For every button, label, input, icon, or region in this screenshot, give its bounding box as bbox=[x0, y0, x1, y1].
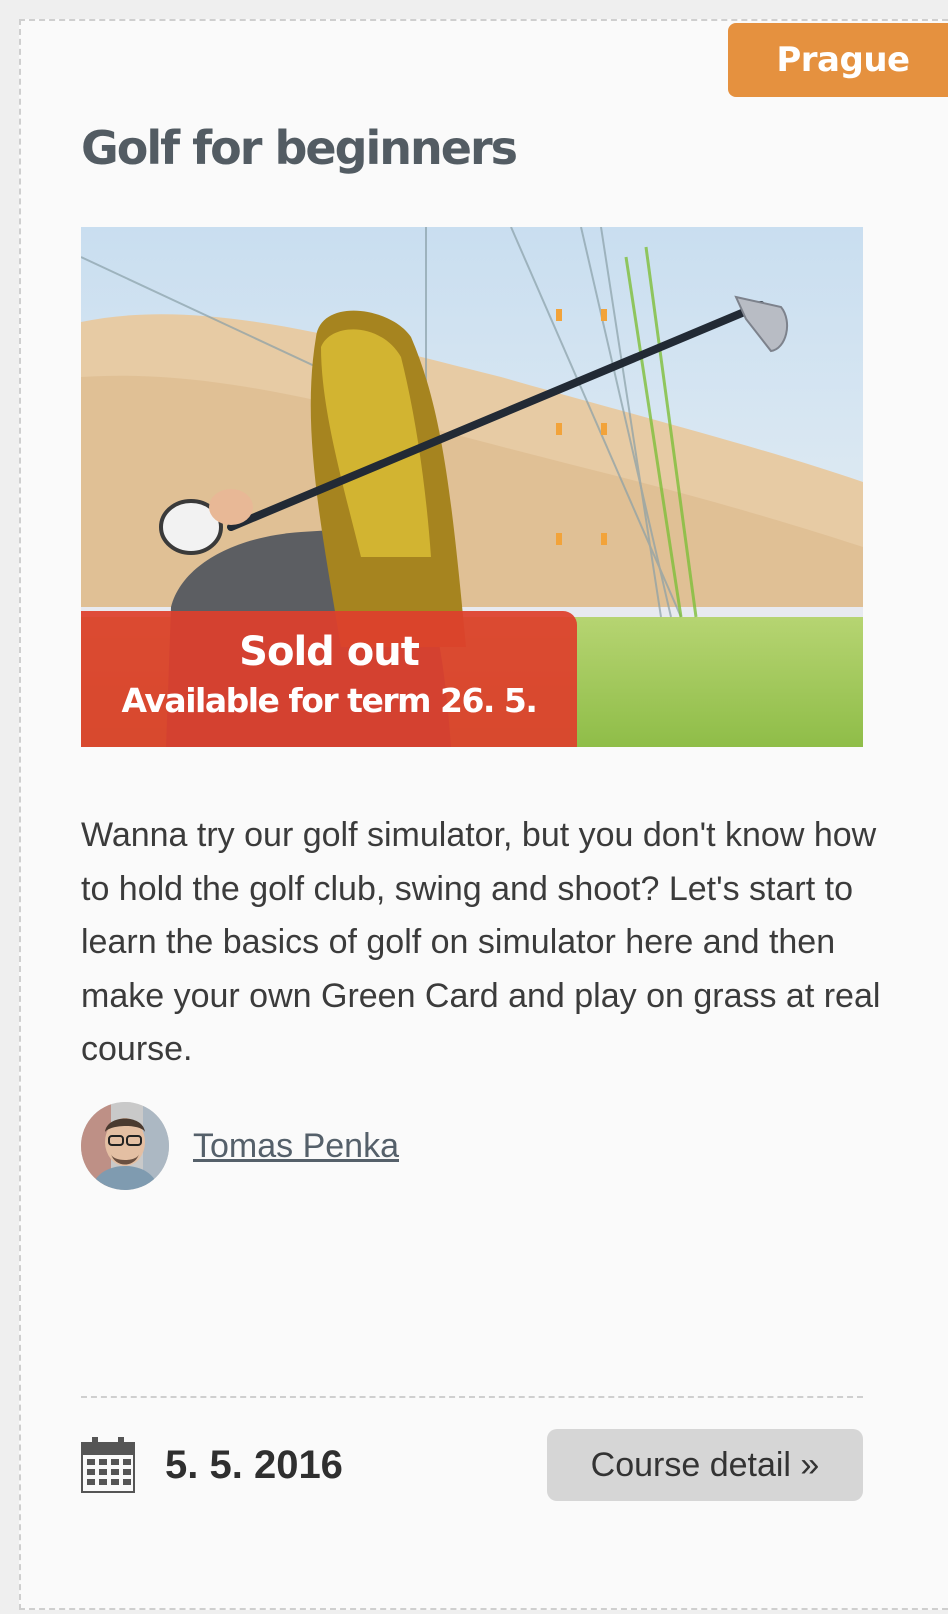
instructor-avatar-image bbox=[81, 1102, 169, 1190]
availability-note: Available for term 26. 5. bbox=[121, 681, 538, 720]
course-detail-button[interactable]: Course detail » bbox=[547, 1429, 863, 1501]
sold-out-label: Sold out bbox=[239, 629, 420, 675]
sold-out-banner: Sold out Available for term 26. 5. bbox=[81, 611, 577, 747]
course-photo[interactable]: Sold out Available for term 26. 5. bbox=[81, 227, 863, 747]
footer-divider bbox=[81, 1396, 863, 1398]
course-card: Prague Golf for beginners Sold out Avail… bbox=[19, 19, 948, 1610]
course-description: Wanna try our golf simulator, but you do… bbox=[81, 816, 881, 1068]
date-text: 5. 5. 2016 bbox=[165, 1442, 343, 1487]
calendar-icon bbox=[81, 1437, 135, 1493]
avatar[interactable] bbox=[81, 1102, 169, 1190]
instructor: Tomas Penka bbox=[81, 1101, 399, 1191]
instructor-name-link[interactable]: Tomas Penka bbox=[193, 1127, 399, 1166]
course-date: 5. 5. 2016 bbox=[81, 1435, 343, 1495]
city-badge: Prague bbox=[728, 23, 948, 97]
course-title[interactable]: Golf for beginners bbox=[81, 121, 518, 175]
